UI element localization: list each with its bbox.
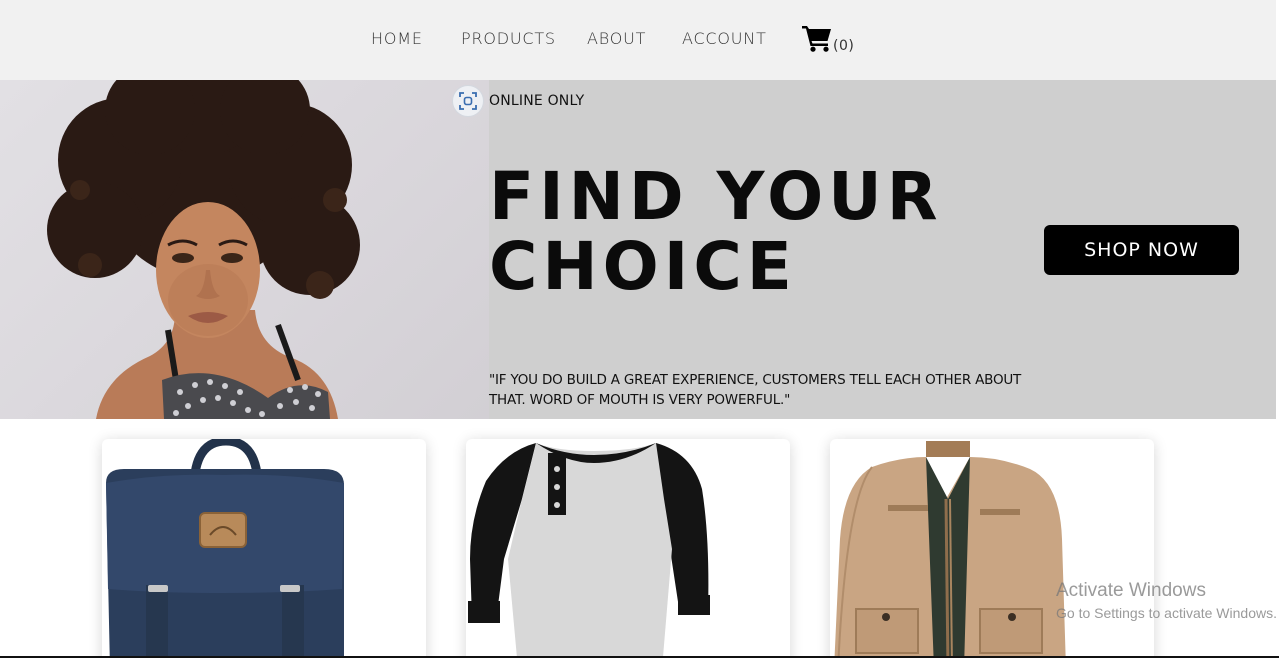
scan-icon bbox=[452, 85, 484, 117]
watermark-subtitle: Go to Settings to activate Windows. bbox=[1056, 605, 1277, 621]
hero-title-line-1: FIND YOUR bbox=[489, 158, 943, 235]
top-navbar: HOME PRODUCTS ABOUT ACCOUNT (0) bbox=[0, 0, 1276, 80]
nav-link-about[interactable]: ABOUT bbox=[587, 29, 646, 48]
product-card-backpack[interactable] bbox=[102, 439, 426, 658]
hero-banner: ONLINE ONLY FIND YOUR CHOICE "IF YOU DO … bbox=[0, 80, 1276, 419]
watermark-title: Activate Windows bbox=[1056, 580, 1206, 601]
nav-link-home[interactable]: HOME bbox=[371, 29, 423, 48]
tan-jacket-image bbox=[834, 441, 1066, 658]
hero-title-line-2: CHOICE bbox=[489, 228, 797, 305]
hero-model-image bbox=[0, 80, 489, 419]
online-only-label: ONLINE ONLY bbox=[489, 93, 585, 109]
activate-windows-watermark: Activate Windows Go to Settings to activ… bbox=[1056, 580, 1277, 621]
nav-link-account[interactable]: ACCOUNT bbox=[682, 29, 767, 48]
nav-link-products[interactable]: PRODUCTS bbox=[461, 29, 556, 48]
cart-count: (0) bbox=[833, 38, 855, 54]
online-only-badge: ONLINE ONLY bbox=[452, 85, 584, 117]
product-card-jacket[interactable] bbox=[830, 439, 1154, 658]
product-card-shirt[interactable] bbox=[466, 439, 790, 658]
henley-shirt-image bbox=[468, 443, 710, 658]
shopping-cart-icon bbox=[802, 26, 831, 52]
hero-quote: "IF YOU DO BUILD A GREAT EXPERIENCE, CUS… bbox=[489, 372, 1022, 408]
shop-now-button[interactable]: SHOP NOW bbox=[1044, 225, 1239, 275]
hero-title: FIND YOUR CHOICE bbox=[489, 162, 1049, 302]
backpack-image bbox=[106, 439, 344, 658]
